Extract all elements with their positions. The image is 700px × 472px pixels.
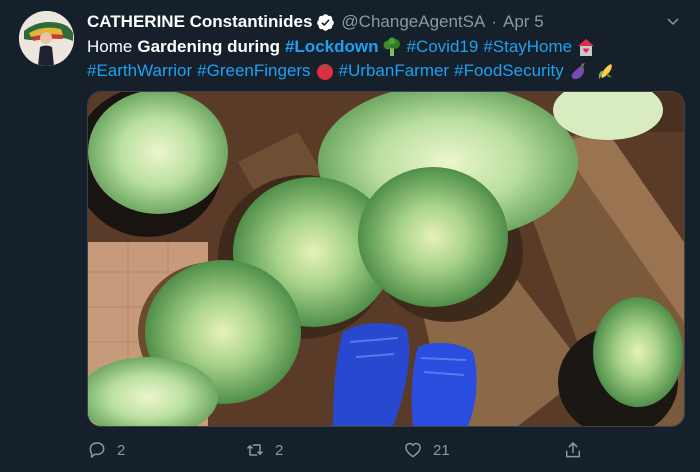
chevron-down-icon[interactable] <box>665 14 681 30</box>
like-button[interactable]: 21 <box>403 438 450 462</box>
hashtag-covid19[interactable]: #Covid19 <box>406 35 478 59</box>
eggplant-emoji <box>571 63 585 80</box>
tweet-actions: 2 2 21 <box>87 434 687 466</box>
text-bold: Gardening during <box>137 37 280 56</box>
share-button[interactable] <box>563 438 593 462</box>
hashtag-urbanfarmer[interactable]: #UrbanFarmer <box>339 59 450 83</box>
author-name[interactable]: CATHERINE Constantinides <box>87 12 312 32</box>
avatar[interactable] <box>19 11 74 66</box>
tweet-photo[interactable] <box>87 91 685 427</box>
hashtag-foodsecurity[interactable]: #FoodSecurity <box>454 59 564 83</box>
tweet-timestamp[interactable]: Apr 5 <box>503 12 544 32</box>
hashtag-lockdown[interactable]: #Lockdown <box>285 35 379 59</box>
tweet-header: CATHERINE Constantinides @ChangeAgentSA … <box>87 10 544 34</box>
reply-icon <box>89 442 105 458</box>
hashtag-stayhome[interactable]: #StayHome <box>483 35 572 59</box>
like-count: 21 <box>433 441 450 459</box>
hashtag-greenfingers[interactable]: #GreenFingers <box>197 59 310 83</box>
tweet-text: Home Gardening during #Lockdown #Covid19… <box>87 35 687 83</box>
hashtag-earthwarrior[interactable]: #EarthWarrior <box>87 59 192 83</box>
broccoli-emoji <box>383 37 401 56</box>
reply-count: 2 <box>117 441 126 459</box>
corn-emoji <box>598 64 612 79</box>
garden-photo-image <box>88 92 684 426</box>
author-handle[interactable]: @ChangeAgentSA <box>341 12 485 32</box>
tweet-text-line-2: #EarthWarrior #GreenFingers #UrbanFarmer… <box>87 59 687 83</box>
retweet-count: 2 <box>275 441 284 459</box>
share-icon <box>566 442 580 458</box>
text-word: Home <box>87 37 133 56</box>
house-emoji <box>578 39 595 56</box>
header-separator: · <box>491 12 498 31</box>
tweet-text-line-1: Home Gardening during #Lockdown #Covid19… <box>87 35 687 59</box>
like-icon <box>405 442 421 458</box>
tomato-emoji <box>316 64 333 80</box>
retweet-icon <box>247 444 263 456</box>
verified-icon <box>317 13 335 31</box>
reply-button[interactable]: 2 <box>87 438 125 462</box>
retweet-button[interactable]: 2 <box>245 438 283 462</box>
